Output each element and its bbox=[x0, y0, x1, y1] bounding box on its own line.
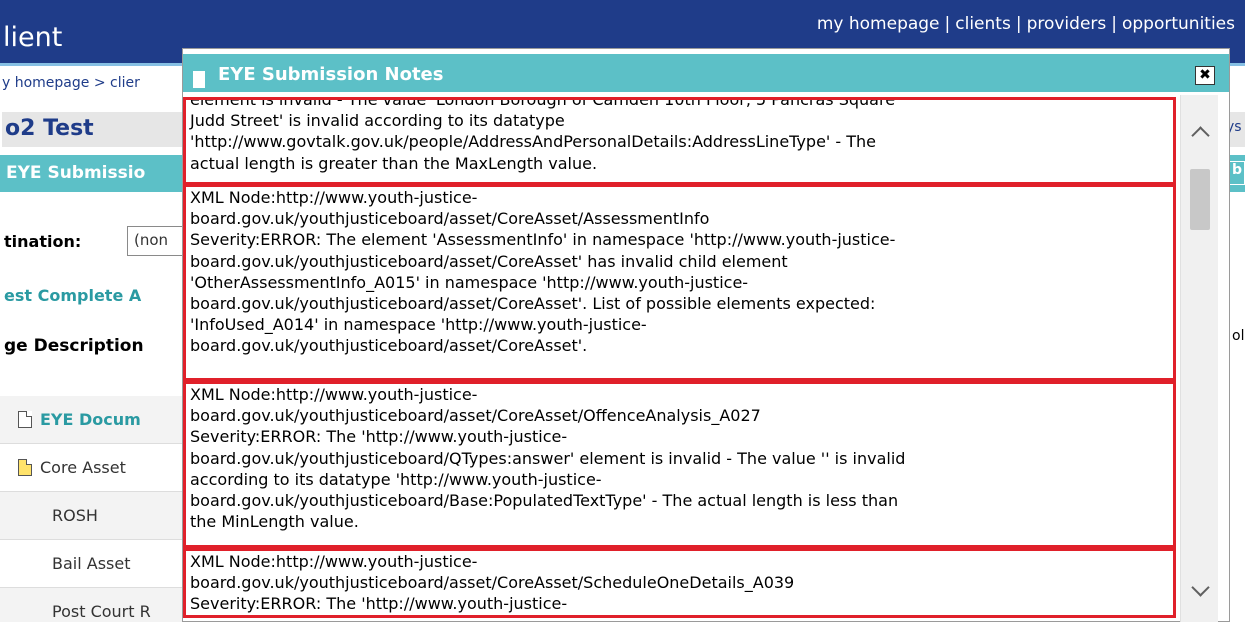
app-title: lient bbox=[3, 22, 63, 53]
note-line: board.gov.uk/youthjusticeboard/asset/Cor… bbox=[190, 294, 876, 314]
note-line: board.gov.uk/youthjusticeboard/asset/Cor… bbox=[190, 573, 795, 593]
nav-separator: | bbox=[1015, 14, 1022, 34]
note-item: XML Node:http://www.youth-justice- board… bbox=[183, 184, 1176, 381]
note-line: Severity:ERROR: The 'http://www.youth-ju… bbox=[190, 594, 568, 614]
scroll-down-button[interactable] bbox=[1181, 553, 1219, 622]
dialog-title-bar[interactable]: EYE Submission Notes ✖ bbox=[183, 54, 1229, 92]
note-line: board.gov.uk/youthjusticeboard/Base:Popu… bbox=[190, 491, 899, 511]
dialog-title: EYE Submission Notes bbox=[218, 64, 444, 85]
note-line: actual length is greater than the MaxLen… bbox=[190, 153, 598, 173]
note-line: 'http://www.govtalk.gov.uk/people/Addres… bbox=[190, 132, 877, 152]
right-text-fragment: ol bbox=[1232, 328, 1245, 344]
page-title: o2 Test bbox=[2, 112, 182, 147]
nav-my-homepage[interactable]: my homepage bbox=[817, 14, 940, 34]
documents-list: EYE Docum Core Asset ROSH Bail Asset Pos… bbox=[0, 396, 185, 622]
scroll-up-button[interactable] bbox=[1181, 95, 1219, 165]
note-line: board.gov.uk/youthjusticeboard/asset/Cor… bbox=[190, 209, 710, 229]
note-line: board.gov.uk/youthjusticeboard/asset/Cor… bbox=[190, 251, 788, 271]
chevron-up-icon bbox=[1190, 126, 1210, 145]
description-label: ge Description bbox=[4, 336, 144, 356]
breadcrumb[interactable]: y homepage > clier bbox=[2, 75, 182, 91]
document-label: Core Asset bbox=[40, 458, 126, 477]
section-right-button[interactable]: b bbox=[1228, 161, 1245, 185]
list-item[interactable]: Bail Asset bbox=[0, 540, 185, 588]
document-label: EYE Docum bbox=[40, 410, 141, 429]
note-item: XML Node:http://www.youth-justice- board… bbox=[183, 381, 1176, 548]
note-line: XML Node:http://www.youth-justice- bbox=[190, 552, 478, 571]
nav-separator: | bbox=[944, 14, 951, 34]
nav-separator: | bbox=[1111, 14, 1117, 34]
note-line: the MinLength value. bbox=[190, 512, 359, 532]
section-header-eye-submission: EYE Submissio bbox=[0, 155, 182, 192]
chevron-down-icon bbox=[1190, 578, 1210, 597]
note-line: board.gov.uk/youthjusticeboard/asset/Cor… bbox=[190, 336, 588, 356]
nav-opportunities[interactable]: opportunities bbox=[1122, 14, 1235, 34]
note-item: XML Node:http://www.youth-justice- board… bbox=[183, 548, 1176, 618]
document-label: ROSH bbox=[52, 506, 98, 525]
note-line: element is invalid - The value 'London B… bbox=[190, 97, 896, 109]
note-line: Severity:ERROR: The 'http://www.youth-ju… bbox=[190, 427, 568, 447]
list-item[interactable]: Core Asset bbox=[0, 444, 185, 492]
window-icon bbox=[193, 71, 205, 88]
list-item[interactable]: Post Court R bbox=[0, 588, 185, 622]
list-item[interactable]: ROSH bbox=[0, 492, 185, 540]
destination-label: tination: bbox=[4, 232, 82, 251]
document-label: Post Court R bbox=[52, 602, 151, 621]
eye-submission-notes-dialog: EYE Submission Notes ✖ element is invali… bbox=[182, 48, 1230, 622]
document-yellow-icon bbox=[18, 459, 32, 476]
document-label: Bail Asset bbox=[52, 554, 131, 573]
scroll-thumb[interactable] bbox=[1190, 169, 1210, 230]
note-line: Judd Street' is invalid according to its… bbox=[190, 111, 565, 131]
nav-providers[interactable]: providers bbox=[1027, 14, 1107, 34]
note-item: element is invalid - The value 'London B… bbox=[183, 97, 1176, 185]
vertical-scrollbar[interactable] bbox=[1180, 95, 1218, 622]
note-line: Severity:ERROR: The element 'AssessmentI… bbox=[190, 230, 896, 250]
notes-scroll-area[interactable]: element is invalid - The value 'London B… bbox=[183, 95, 1229, 622]
destination-select[interactable]: (non bbox=[127, 226, 187, 256]
document-icon bbox=[18, 411, 32, 428]
note-line: XML Node:http://www.youth-justice- bbox=[190, 188, 478, 207]
close-button[interactable]: ✖ bbox=[1195, 66, 1215, 85]
note-line: 'OtherAssessmentInfo_A015' in namespace … bbox=[190, 272, 749, 292]
note-line: board.gov.uk/youthjusticeboard/asset/Cor… bbox=[190, 406, 761, 426]
test-complete-link[interactable]: est Complete A bbox=[4, 286, 184, 305]
note-line: board.gov.uk/youthjusticeboard/QTypes:an… bbox=[190, 448, 906, 468]
list-item[interactable]: EYE Docum bbox=[0, 396, 185, 444]
nav-clients[interactable]: clients bbox=[955, 14, 1011, 34]
note-line: 'InfoUsed_A014' in namespace 'http://www… bbox=[190, 315, 647, 335]
note-line: according to its datatype 'http://www.yo… bbox=[190, 469, 602, 489]
note-line: XML Node:http://www.youth-justice- bbox=[190, 385, 478, 404]
top-navigation: my homepage | clients | providers | opportunit… bbox=[817, 14, 1235, 34]
